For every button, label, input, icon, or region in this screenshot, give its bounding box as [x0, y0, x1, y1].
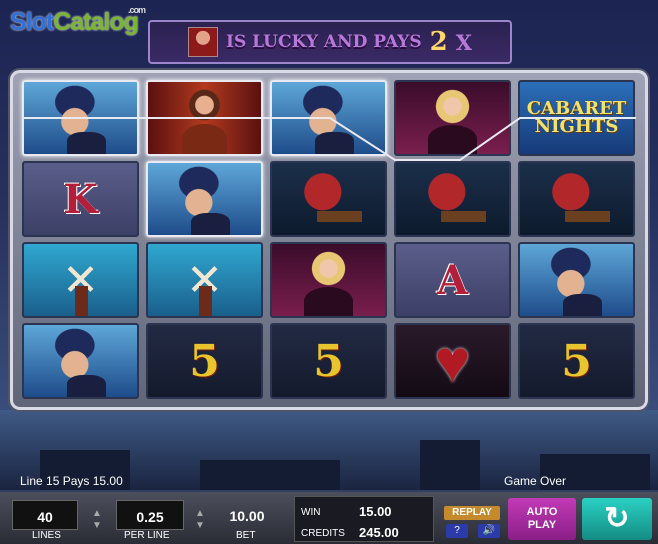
lines-label: LINES [32, 530, 61, 541]
symbol-magician [146, 161, 263, 237]
symbol-heart: ♥ [394, 323, 511, 399]
symbol-card-a: A [394, 242, 511, 318]
lines-stepper[interactable]: ▲ ▼ [90, 508, 104, 532]
symbol-magician [22, 323, 139, 399]
refresh-arrow-icon: ↻ [604, 502, 630, 535]
lines-display: 40 [12, 500, 78, 530]
symbol-magician [270, 80, 387, 156]
per-line-stepper[interactable]: ▲ ▼ [193, 508, 207, 532]
symbol-blonde [394, 80, 511, 156]
symbol-blonde [270, 242, 387, 318]
replay-button[interactable]: REPLAY [444, 506, 500, 520]
watermark-logo: SlotCatalog .com [10, 5, 146, 36]
help-button[interactable]: ? [446, 524, 468, 538]
autoplay-button[interactable]: AUTO PLAY [508, 498, 576, 540]
credits-value: 245.00 [359, 525, 399, 540]
symbol-magician [518, 242, 635, 318]
symbol-five: 5 [518, 323, 635, 399]
win-label: WIN [301, 507, 321, 518]
game-state-text: Game Over [504, 474, 567, 488]
symbol-windmill: ✕ [22, 242, 139, 318]
bet-display: 10.00 [229, 508, 265, 524]
reel-grid: CABARET NIGHTS K ✕ ✕ A 5 5 ♥ 5 [22, 80, 636, 400]
banner-text: IS LUCKY AND PAYS [226, 32, 422, 52]
spin-button[interactable]: ↻ [582, 498, 652, 540]
symbol-dancer [146, 80, 263, 156]
symbol-phonograph [270, 161, 387, 237]
symbol-five: 5 [270, 323, 387, 399]
symbol-five: 5 [146, 323, 263, 399]
speaker-icon[interactable]: 🔊 [478, 524, 500, 538]
symbol-card-k: K [22, 161, 139, 237]
win-value: 15.00 [359, 504, 392, 519]
per-line-display: 0.25 [116, 500, 184, 530]
symbol-windmill: ✕ [146, 242, 263, 318]
banner-multiplier: 2 [429, 27, 448, 57]
bet-label: BET [236, 530, 256, 541]
symbol-cabaret-logo: CABARET NIGHTS [518, 80, 635, 156]
win-credits-panel: WIN 15.00 CREDITS 245.00 [294, 496, 434, 542]
banner-x: X [455, 29, 472, 55]
win-banner: IS LUCKY AND PAYS 2 X [148, 20, 512, 64]
symbol-magician [22, 80, 139, 156]
per-line-label: PER LINE [124, 530, 170, 541]
line-pays-text: Line 15 Pays 15.00 [20, 474, 123, 488]
symbol-phonograph [518, 161, 635, 237]
dancer-thumbnail-icon [188, 27, 218, 57]
symbol-phonograph [394, 161, 511, 237]
credits-label: CREDITS [301, 528, 345, 539]
